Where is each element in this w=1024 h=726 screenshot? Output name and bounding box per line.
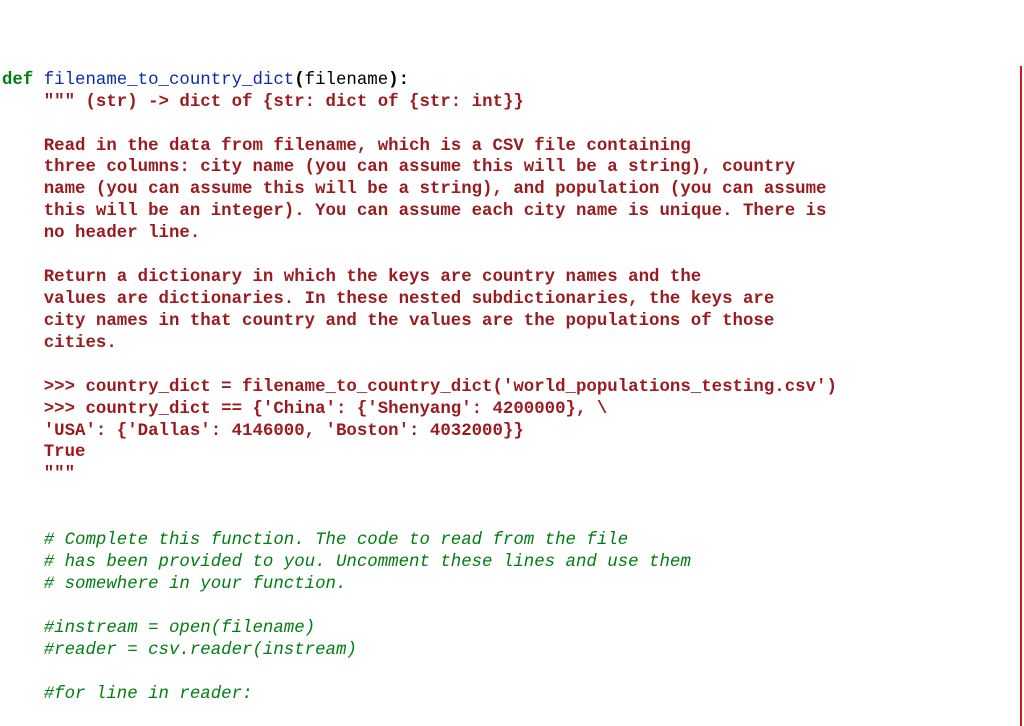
docstring-line: three columns: city name (you can assume… [2, 158, 795, 177]
docstring-line: cities. [2, 334, 117, 353]
comment-line: #instream = open(filename) [2, 619, 315, 638]
paren-open: ( [294, 71, 304, 90]
comment-line: # Complete this function. The code to re… [2, 531, 628, 550]
docstring-example: >>> country_dict = filename_to_country_d… [2, 378, 837, 397]
docstring-example: 'USA': {'Dallas': 4146000, 'Boston': 403… [2, 422, 524, 441]
docstring-example: True [2, 443, 86, 462]
docstring-line: Read in the data from filename, which is… [2, 137, 691, 156]
param-name: filename [305, 71, 389, 90]
function-name: filename_to_country_dict [44, 71, 294, 90]
docstring-line: this will be an integer). You can assume… [2, 202, 826, 221]
docstring-sig: (str) -> dict of {str: dict of {str: int… [75, 93, 524, 112]
comment-line: #for line in reader: [2, 685, 252, 704]
docstring-open: """ [44, 93, 75, 112]
docstring-line: no header line. [2, 224, 200, 243]
comment-line: # has been provided to you. Uncomment th… [2, 553, 691, 572]
docstring-line: values are dictionaries. In these nested… [2, 290, 774, 309]
docstring-line: city names in that country and the value… [2, 312, 774, 331]
keyword-def: def [2, 71, 33, 90]
docstring-close: """ [2, 465, 75, 484]
comment-line: #reader = csv.reader(instream) [2, 641, 357, 660]
docstring-line: name (you can assume this will be a stri… [2, 180, 826, 199]
code-block: def filename_to_country_dict(filename): … [0, 66, 1022, 726]
paren-close: ) [388, 71, 398, 90]
colon: : [399, 71, 409, 90]
comment-line: # somewhere in your function. [2, 575, 346, 594]
docstring-example: >>> country_dict == {'China': {'Shenyang… [2, 400, 607, 419]
docstring-line: Return a dictionary in which the keys ar… [2, 268, 701, 287]
